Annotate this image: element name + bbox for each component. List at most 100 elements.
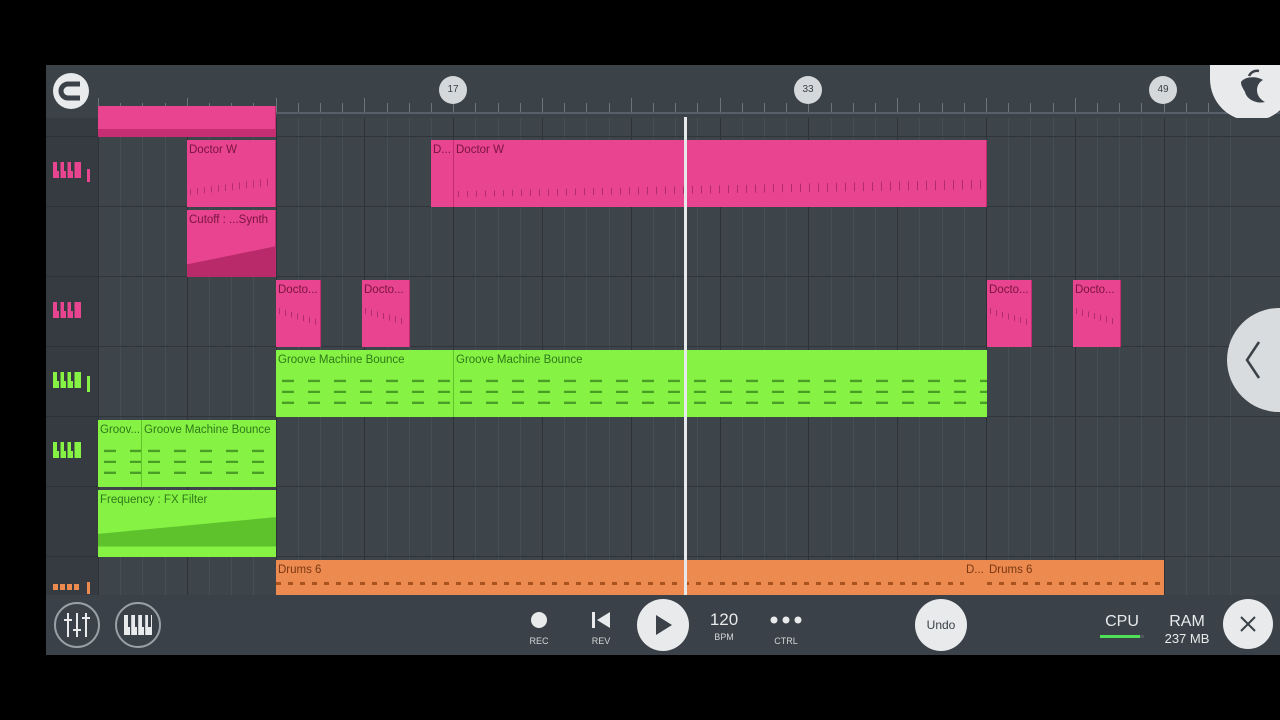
ruler-tick [697, 103, 699, 112]
ruler-tick [986, 98, 987, 112]
play-button[interactable] [637, 599, 689, 651]
track-header-6[interactable] [46, 486, 98, 557]
bar-marker-17[interactable]: 17 [439, 76, 467, 104]
record-icon [531, 612, 547, 628]
ruler-tick [963, 103, 965, 112]
pattern-clip-top[interactable] [98, 106, 276, 137]
clip-label: Drums 6 [278, 564, 322, 576]
pattern-clip-docto-2[interactable]: Docto... [362, 280, 410, 347]
ruler-tick [786, 103, 788, 112]
automation-curve [187, 246, 275, 277]
rewind-icon [592, 612, 610, 628]
ruler-tick [830, 103, 832, 112]
playlist-grid[interactable]: Doctor W D... Doctor W Cutoff : ...Synth… [98, 106, 1280, 595]
track-header-3[interactable] [46, 276, 98, 347]
rev-button[interactable]: REV [581, 611, 621, 646]
clip-notes [454, 379, 987, 404]
piano-keys-icon [53, 162, 90, 182]
ruler-tick [586, 103, 588, 112]
ruler-tick [1119, 103, 1121, 112]
playhead[interactable] [684, 117, 687, 595]
bar-marker-49[interactable]: 49 [1149, 76, 1177, 104]
pattern-clip-drums-short[interactable]: D... [964, 560, 987, 595]
ruler-tick [297, 103, 299, 112]
pattern-clip-groove-a[interactable]: Groove Machine Bounce [276, 350, 454, 417]
pattern-clip-doctor-w-1[interactable]: Doctor W [187, 140, 276, 207]
clip-label: D... [966, 564, 984, 576]
mixer-button[interactable] [54, 602, 100, 648]
clip-notes [454, 179, 986, 198]
track-header-5[interactable] [46, 416, 98, 487]
pattern-clip-groove-c[interactable]: Groove Machine Bounce [142, 420, 276, 487]
pattern-clip-groove-b[interactable]: Groove Machine Bounce [454, 350, 987, 417]
clip-label: Docto... [364, 284, 404, 296]
ruler-tick [320, 103, 321, 112]
pattern-clip-drums-a[interactable]: Drums 6 [276, 560, 964, 595]
ruler-tick [497, 103, 499, 112]
ruler-tick [675, 103, 677, 112]
ruler-tick [875, 103, 876, 112]
pattern-clip-groov-short[interactable]: Groov... [98, 420, 142, 487]
track-header-1[interactable] [46, 136, 98, 207]
pattern-clip-drums-b[interactable]: Drums 6 [987, 560, 1164, 595]
clip-label: Frequency : FX Filter [100, 494, 208, 506]
grid-vline [1163, 118, 1165, 595]
pattern-clip-docto-3[interactable]: Docto... [987, 280, 1032, 347]
pattern-clip-docto-4[interactable]: Docto... [1073, 280, 1121, 347]
track-header-0[interactable] [46, 66, 98, 137]
undo-button[interactable]: Undo [915, 599, 967, 651]
clip-notes [364, 307, 407, 326]
ram-meter: RAM 237 MB [1158, 613, 1216, 646]
bar-marker-33[interactable]: 33 [794, 76, 822, 104]
drum-pads-icon [53, 582, 90, 594]
pattern-clip-doctor-w-short[interactable]: D... [431, 140, 454, 207]
undo-label: Undo [926, 618, 956, 632]
ruler-tick [1097, 103, 1098, 112]
clip-footer [98, 129, 275, 137]
clip-label: D... [433, 144, 451, 156]
grid-vline [1074, 118, 1076, 595]
ruler-tick [342, 103, 344, 112]
chevron-left-icon [1245, 341, 1261, 379]
piano-keys-icon [53, 442, 81, 458]
pattern-clip-docto-1[interactable]: Docto... [276, 280, 321, 347]
cpu-bar-track [1100, 635, 1144, 638]
tempo-control[interactable]: 120 BPM [704, 610, 744, 642]
ruler-tick [408, 103, 410, 112]
ruler-tick [1208, 103, 1209, 112]
ruler-tick [1185, 103, 1187, 112]
ruler-tick [764, 103, 765, 112]
clip-notes [989, 307, 1029, 326]
playlist-area[interactable]: Doctor W D... Doctor W Cutoff : ...Synth… [46, 106, 1280, 626]
clip-notes [98, 449, 141, 474]
cpu-bar-fill [1100, 635, 1141, 638]
ctrl-button[interactable]: CTRL [766, 611, 806, 646]
ruler-tick [386, 103, 388, 112]
ruler-tick [475, 103, 477, 112]
track-header-2[interactable] [46, 206, 98, 277]
piano-roll-button[interactable] [115, 602, 161, 648]
pattern-clip-doctor-w-2[interactable]: Doctor W [454, 140, 987, 207]
clip-label: Doctor W [189, 144, 237, 156]
ruler-tick [364, 98, 366, 112]
ruler-tick [431, 103, 432, 112]
rec-button[interactable]: REC [519, 611, 559, 646]
ruler-tick [897, 98, 899, 112]
clip-label: Docto... [989, 284, 1029, 296]
piano-keys-icon [53, 372, 90, 392]
ruler-tick [653, 103, 654, 112]
more-dots-icon [770, 616, 802, 624]
rev-label: REV [591, 636, 611, 646]
ruler-tick [1052, 103, 1054, 112]
track-header-4[interactable] [46, 346, 98, 417]
close-button[interactable] [1223, 599, 1273, 649]
ruler-tick [741, 103, 743, 112]
ruler-tick [1030, 103, 1032, 112]
grid-vline [1208, 118, 1209, 595]
ram-label: RAM [1169, 613, 1205, 630]
clip-notes [278, 307, 318, 326]
automation-clip-cutoff[interactable]: Cutoff : ...Synth [187, 210, 276, 277]
piano-keys-icon [53, 302, 81, 318]
close-icon [1240, 616, 1256, 632]
automation-clip-frequency[interactable]: Frequency : FX Filter [98, 490, 276, 557]
